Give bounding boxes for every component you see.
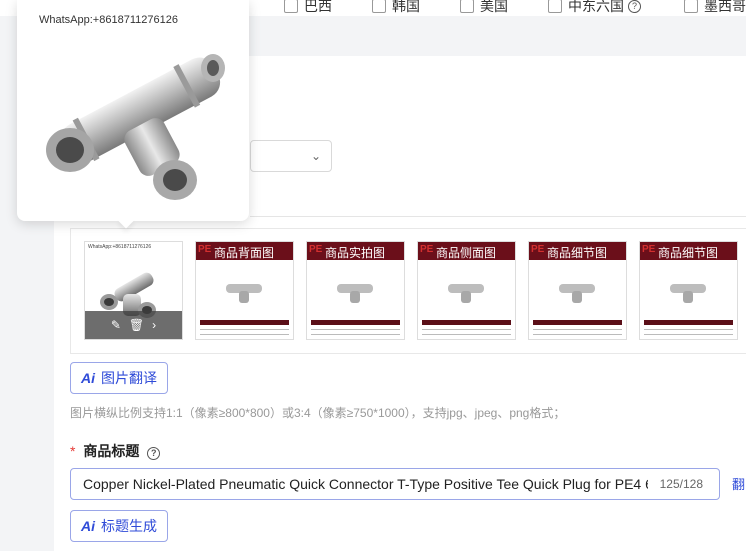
image-action-bar: ✎ 🗑 › bbox=[85, 311, 182, 339]
tee-connector-image bbox=[559, 284, 595, 303]
product-image-side[interactable]: PE 商品侧面图 bbox=[417, 241, 516, 340]
spec-table bbox=[200, 320, 289, 339]
image-title: 商品细节图 bbox=[658, 246, 719, 260]
checkbox[interactable] bbox=[548, 0, 562, 13]
checkbox[interactable] bbox=[684, 0, 698, 13]
char-count: 125/128 bbox=[659, 477, 703, 491]
product-image-back[interactable]: PE 商品背面图 bbox=[195, 241, 294, 340]
title-generate-button[interactable]: Ai 标题生成 bbox=[70, 510, 168, 542]
image-prefix: PE bbox=[420, 244, 434, 255]
divider bbox=[250, 216, 746, 217]
tee-connector-image bbox=[337, 284, 373, 303]
country-option-mexico[interactable]: 墨西哥 bbox=[684, 0, 746, 16]
country-label: 墨西哥 bbox=[704, 0, 746, 14]
ai-icon: Ai bbox=[81, 370, 95, 386]
product-title-label: * 商品标题 ? bbox=[70, 441, 161, 461]
image-title: 商品侧面图 bbox=[436, 246, 497, 260]
help-icon[interactable]: ? bbox=[628, 0, 641, 13]
image-prefix: PE bbox=[531, 244, 545, 255]
product-image-main[interactable]: WhatsApp:+8618711276126 ✎ 🗑 › bbox=[84, 241, 183, 340]
spec-table bbox=[533, 320, 622, 339]
tee-connector-image bbox=[226, 284, 262, 303]
product-image-detail-1[interactable]: PE 商品细节图 bbox=[528, 241, 627, 340]
country-option-korea[interactable]: 韩国 bbox=[372, 0, 420, 16]
country-label: 巴西 bbox=[304, 0, 332, 14]
country-option-middle-east[interactable]: 中东六国 ? bbox=[548, 0, 641, 16]
delete-icon[interactable]: 🗑 bbox=[129, 318, 144, 332]
image-title: 商品实拍图 bbox=[325, 246, 386, 260]
country-label: 韩国 bbox=[392, 0, 420, 14]
product-image-real[interactable]: PE 商品实拍图 bbox=[306, 241, 405, 340]
tee-connector-image bbox=[448, 284, 484, 303]
image-prefix: PE bbox=[309, 244, 323, 255]
country-option-brazil[interactable]: 巴西 bbox=[284, 0, 332, 16]
ai-icon: Ai bbox=[81, 518, 95, 534]
translate-link[interactable]: 翻 bbox=[732, 474, 745, 493]
spec-table bbox=[644, 320, 733, 339]
image-prefix: PE bbox=[198, 244, 212, 255]
spec-table bbox=[422, 320, 511, 339]
checkbox[interactable] bbox=[372, 0, 386, 13]
product-title-input[interactable]: Copper Nickel-Plated Pneumatic Quick Con… bbox=[70, 468, 720, 500]
required-mark: * bbox=[70, 443, 76, 459]
country-option-usa[interactable]: 美国 bbox=[460, 0, 508, 16]
edit-icon[interactable]: ✎ bbox=[111, 318, 121, 332]
image-title: 商品背面图 bbox=[214, 246, 275, 260]
image-preview-popover: WhatsApp:+8618711276126 bbox=[17, 0, 249, 229]
tee-connector-preview-image bbox=[46, 54, 225, 200]
product-image-list: WhatsApp:+8618711276126 ✎ 🗑 › PE 商品背面图 P… bbox=[70, 228, 746, 354]
watermark-text: WhatsApp:+8618711276126 bbox=[88, 244, 152, 250]
select-dropdown[interactable]: ⌄ bbox=[250, 140, 332, 172]
chevron-right-icon[interactable]: › bbox=[152, 318, 156, 332]
label-text: 商品标题 bbox=[83, 443, 140, 459]
button-label: 图片翻译 bbox=[101, 370, 157, 386]
chevron-down-icon: ⌄ bbox=[310, 149, 321, 163]
title-value[interactable]: Copper Nickel-Plated Pneumatic Quick Con… bbox=[83, 476, 648, 492]
checkbox[interactable] bbox=[284, 0, 298, 13]
image-title: 商品细节图 bbox=[547, 246, 608, 260]
country-label: 中东六国 bbox=[568, 0, 624, 14]
country-label: 美国 bbox=[480, 0, 508, 14]
product-image-detail-2[interactable]: PE 商品细节图 bbox=[639, 241, 738, 340]
help-icon[interactable]: ? bbox=[147, 447, 161, 460]
image-prefix: PE bbox=[642, 244, 656, 255]
tee-connector-image bbox=[670, 284, 706, 303]
checkbox[interactable] bbox=[460, 0, 474, 13]
image-requirement-hint: 图片横纵比例支持1:1（像素≥800*800）或3:4（像素≥750*1000）… bbox=[70, 406, 566, 420]
watermark-text: WhatsApp:+8618711276126 bbox=[39, 14, 178, 26]
image-translate-button[interactable]: Ai 图片翻译 bbox=[70, 362, 168, 394]
spec-table bbox=[311, 320, 400, 339]
button-label: 标题生成 bbox=[101, 518, 157, 534]
